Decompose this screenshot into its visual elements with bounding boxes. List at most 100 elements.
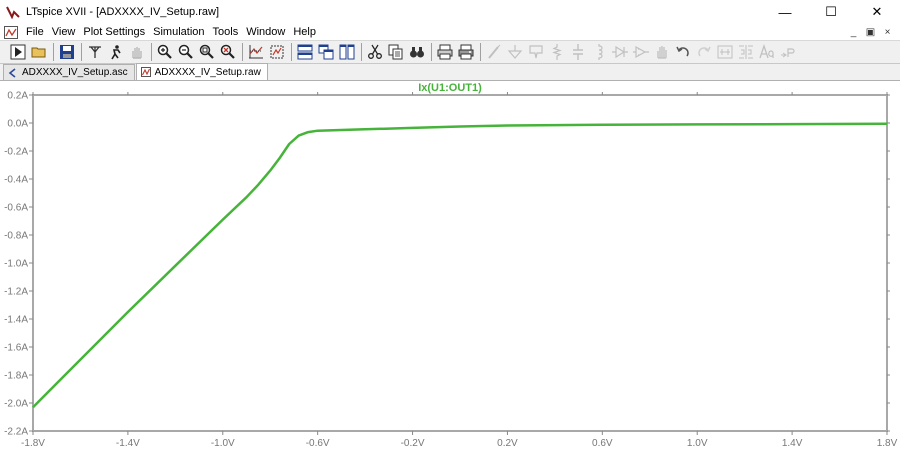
menu-plot-settings[interactable]: Plot Settings <box>79 24 149 40</box>
print-button[interactable] <box>435 42 455 62</box>
draw-wire-button[interactable] <box>484 42 504 62</box>
component-button[interactable] <box>631 42 651 62</box>
cut-button[interactable] <box>365 42 385 62</box>
component-icon <box>633 45 649 59</box>
resistor-icon <box>552 44 562 60</box>
label-net-button[interactable] <box>526 42 546 62</box>
open-folder-button[interactable] <box>29 42 49 62</box>
menu-help[interactable]: Help <box>289 24 320 40</box>
copy-icon <box>388 44 403 60</box>
cut-icon <box>368 44 382 59</box>
spice-directive-button[interactable] <box>778 42 798 62</box>
inductor-icon <box>598 44 603 60</box>
tab-waveform[interactable]: ADXXXX_IV_Setup.raw <box>135 63 268 80</box>
tile-vertical-button[interactable] <box>337 42 357 62</box>
x-tick-label: -1.4V <box>116 438 140 449</box>
x-tick-label: 0.2V <box>497 438 518 449</box>
draw-wire-icon <box>488 44 501 59</box>
save-button[interactable] <box>57 42 77 62</box>
toolbar-separator <box>242 43 243 61</box>
capacitor-button[interactable] <box>568 42 588 62</box>
print-setup-icon <box>458 44 474 60</box>
y-tick-label: -0.6A <box>4 203 28 214</box>
text-button[interactable] <box>757 42 777 62</box>
zoom-fit-button[interactable] <box>197 42 217 62</box>
y-tick-label: -2.2A <box>4 427 28 438</box>
trace-label[interactable]: Ix(U1:OUT1) <box>0 82 900 94</box>
menu-tools[interactable]: Tools <box>209 24 243 40</box>
tile-vertical-icon <box>339 44 355 60</box>
halt-icon <box>111 45 121 60</box>
ground-button[interactable] <box>505 42 525 62</box>
mirror-icon <box>739 45 753 59</box>
waveform-plot-pane[interactable]: 0.2A 0.0A -0.2A -0.4A -0.6A -0.8A -1.0A -1.2A -1… <box>0 81 900 454</box>
open-folder-icon <box>31 47 46 58</box>
tab-schematic[interactable]: ADXXXX_IV_Setup.asc <box>3 64 135 80</box>
resistor-button[interactable] <box>547 42 567 62</box>
waveform-chart[interactable]: 0.2A0.0A-0.2A-0.4A-0.6A-0.8A-1.0A-1.2A-1… <box>0 81 900 454</box>
ltspice-window: LTspice XVII - [ADXXXX_IV_Setup.raw] — ☐… <box>0 0 900 454</box>
mirror-button[interactable] <box>736 42 756 62</box>
document-menu-icon[interactable] <box>4 25 18 39</box>
autorange-icon <box>249 45 263 59</box>
x-tick-label: 1.4V <box>782 438 803 449</box>
zoom-extent-icon <box>270 45 284 59</box>
x-tick-label: -0.2V <box>401 438 425 449</box>
document-restore-button[interactable]: ▣ <box>862 24 879 40</box>
run-button[interactable] <box>8 42 28 62</box>
move-icon <box>657 46 667 59</box>
plot-frame <box>32 94 888 432</box>
pan-hand-button[interactable] <box>127 42 147 62</box>
zoom-out-button[interactable] <box>176 42 196 62</box>
halt-button[interactable] <box>106 42 126 62</box>
zoom-cancel-button[interactable] <box>218 42 238 62</box>
diode-icon <box>612 45 628 59</box>
y-tick-label: -1.2A <box>4 287 28 298</box>
tile-horizontal-icon <box>297 44 313 60</box>
print-setup-button[interactable] <box>456 42 476 62</box>
inductor-button[interactable] <box>589 42 609 62</box>
y-tick-label: -2.0A <box>4 399 28 410</box>
document-tabs: ADXXXX_IV_Setup.asc ADXXXX_IV_Setup.raw <box>0 63 900 81</box>
window-title: LTspice XVII - [ADXXXX_IV_Setup.raw] <box>26 6 219 18</box>
toolbar-separator <box>291 43 292 61</box>
undo-button[interactable] <box>673 42 693 62</box>
tab-schematic-label: ADXXXX_IV_Setup.asc <box>22 67 128 78</box>
close-button[interactable]: ✕ <box>854 0 900 24</box>
text-icon <box>759 44 774 59</box>
save-icon <box>60 45 74 59</box>
tile-horizontal-button[interactable] <box>295 42 315 62</box>
minimize-button[interactable]: — <box>762 0 808 24</box>
rotate-button[interactable] <box>715 42 735 62</box>
toolbar-separator <box>431 43 432 61</box>
document-close-button[interactable]: × <box>879 24 896 40</box>
redo-icon <box>698 46 711 57</box>
zoom-fit-icon <box>199 44 214 59</box>
maximize-button[interactable]: ☐ <box>808 0 854 24</box>
undo-icon <box>676 46 689 57</box>
menu-window[interactable]: Window <box>242 24 289 40</box>
ltspice-logo-icon <box>6 6 20 19</box>
menu-simulation[interactable]: Simulation <box>149 24 208 40</box>
document-minimize-button[interactable]: _ <box>845 24 862 40</box>
rotate-icon <box>717 45 733 59</box>
redo-button[interactable] <box>694 42 714 62</box>
x-tick-label: 1.8V <box>877 438 898 449</box>
zoom-extent-button[interactable] <box>267 42 287 62</box>
menu-file[interactable]: File <box>22 24 48 40</box>
probe-button[interactable] <box>85 42 105 62</box>
move-button[interactable] <box>652 42 672 62</box>
autorange-button[interactable] <box>246 42 266 62</box>
toolbar <box>0 40 900 64</box>
zoom-out-icon <box>178 44 193 59</box>
menu-view[interactable]: View <box>48 24 80 40</box>
pan-hand-icon <box>132 47 142 59</box>
zoom-cancel-icon <box>220 44 235 59</box>
find-button[interactable] <box>407 42 427 62</box>
diode-button[interactable] <box>610 42 630 62</box>
zoom-in-button[interactable] <box>155 42 175 62</box>
cascade-button[interactable] <box>316 42 336 62</box>
copy-button[interactable] <box>386 42 406 62</box>
ground-icon <box>507 45 523 59</box>
zoom-in-icon <box>157 44 172 59</box>
